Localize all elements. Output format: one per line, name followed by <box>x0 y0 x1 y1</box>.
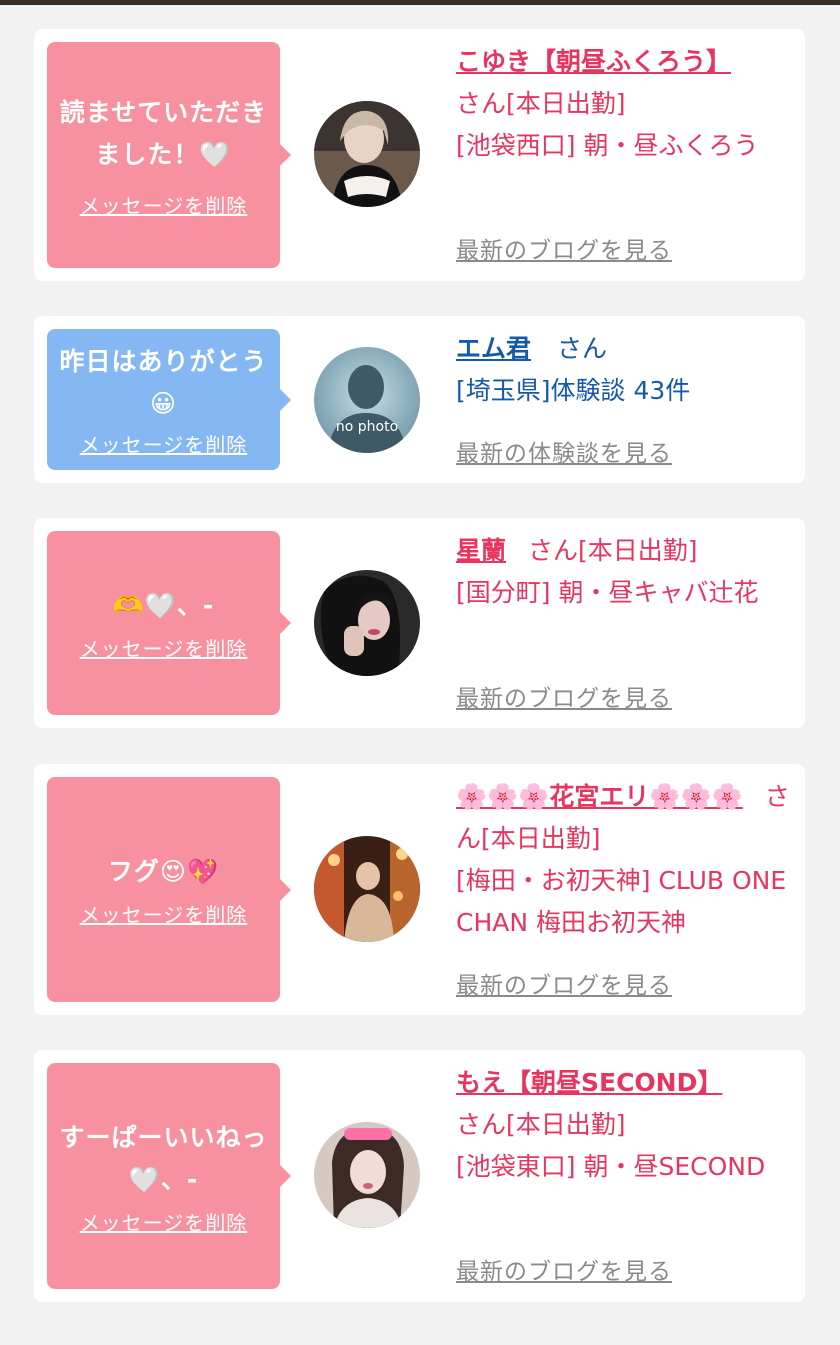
delete-message-link[interactable]: メッセージを削除 <box>80 190 248 219</box>
message-bubble: 🫶🤍、- メッセージを削除 <box>47 531 291 715</box>
user-info: エム君 さん [埼玉県]体験談 43件 <box>456 328 796 412</box>
latest-blog-link[interactable]: 最新のブログを見る <box>456 231 672 265</box>
avatar[interactable]: no photo <box>314 347 420 453</box>
cast-shop: [梅田・お初天神] CLUB ONE CHAN 梅田お初天神 <box>456 866 787 937</box>
message-bubble: 昨日はありがとう😀 メッセージを削除 <box>47 329 291 470</box>
user-name-link[interactable]: エム君 <box>456 334 531 363</box>
cast-info: 星蘭 さん[本日出勤] [国分町] 朝・昼キャバ辻花 <box>456 530 796 614</box>
cast-info: 🌸🌸🌸花宮エリ🌸🌸🌸 さん[本日出勤] [梅田・お初天神] CLUB ONE C… <box>456 776 796 944</box>
message-bubble: フグ😍💖 メッセージを削除 <box>47 777 291 1002</box>
no-photo-label: no photo <box>336 419 398 435</box>
message-card: 昨日はありがとう😀 メッセージを削除 no photo エム君 さん [埼玉県]… <box>34 316 805 483</box>
cast-name-link[interactable]: もえ【朝昼SECOND】 <box>456 1068 722 1097</box>
avatar[interactable] <box>314 836 420 942</box>
user-suffix: さん <box>556 334 607 363</box>
cast-name-link[interactable]: こゆき【朝昼ふくろう】 <box>456 47 731 76</box>
cast-info: こゆき【朝昼ふくろう】 さん[本日出勤] [池袋西口] 朝・昼ふくろう <box>456 41 796 167</box>
message-text: 読ませていただきました！🤍 <box>59 97 268 169</box>
latest-blog-link[interactable]: 最新のブログを見る <box>456 966 672 1000</box>
delete-message-link[interactable]: メッセージを削除 <box>80 899 248 928</box>
message-card: 🫶🤍、- メッセージを削除 星蘭 さん[本日出勤] [国分町] 朝・昼キャバ辻花… <box>34 518 805 728</box>
message-card: 読ませていただきました！🤍 メッセージを削除 こゆき【朝昼ふくろう】 さん[本日… <box>34 29 805 281</box>
delete-message-link[interactable]: メッセージを削除 <box>80 429 248 458</box>
cast-name-link[interactable]: 🌸🌸🌸花宮エリ🌸🌸🌸 <box>456 782 743 811</box>
message-text: すーぱーいいねっ🤍、- <box>59 1122 268 1194</box>
delete-message-link[interactable]: メッセージを削除 <box>80 633 248 662</box>
message-bubble: すーぱーいいねっ🤍、- メッセージを削除 <box>47 1063 291 1289</box>
message-text: 昨日はありがとう😀 <box>59 347 268 418</box>
top-bar <box>0 0 840 5</box>
avatar[interactable] <box>314 570 420 676</box>
cast-status: さん[本日出勤] <box>456 89 626 118</box>
cast-shop: [国分町] 朝・昼キャバ辻花 <box>456 578 759 607</box>
avatar[interactable] <box>314 1122 420 1228</box>
cast-status: さん[本日出勤] <box>456 1110 626 1139</box>
avatar[interactable] <box>314 101 420 207</box>
message-text: 🫶🤍、- <box>112 590 215 620</box>
message-text: フグ😍💖 <box>107 857 220 886</box>
latest-blog-link[interactable]: 最新のブログを見る <box>456 1252 672 1286</box>
delete-message-link[interactable]: メッセージを削除 <box>80 1207 248 1236</box>
cast-shop: [池袋西口] 朝・昼ふくろう <box>456 131 759 160</box>
cast-status: さん[本日出勤] <box>527 536 698 565</box>
message-bubble: 読ませていただきました！🤍 メッセージを削除 <box>47 42 291 268</box>
user-reviews: [埼玉県]体験談 43件 <box>456 376 691 405</box>
message-card: フグ😍💖 メッセージを削除 🌸🌸🌸花宮エリ🌸🌸🌸 さん[本日出勤] [梅田・お初… <box>34 764 805 1015</box>
cast-info: もえ【朝昼SECOND】 さん[本日出勤] [池袋東口] 朝・昼SECOND <box>456 1062 796 1188</box>
latest-review-link[interactable]: 最新の体験談を見る <box>456 434 672 468</box>
message-card: すーぱーいいねっ🤍、- メッセージを削除 もえ【朝昼SECOND】 さん[本日出… <box>34 1050 805 1302</box>
cast-shop: [池袋東口] 朝・昼SECOND <box>456 1152 766 1181</box>
latest-blog-link[interactable]: 最新のブログを見る <box>456 679 672 713</box>
cast-name-link[interactable]: 星蘭 <box>456 536 506 565</box>
